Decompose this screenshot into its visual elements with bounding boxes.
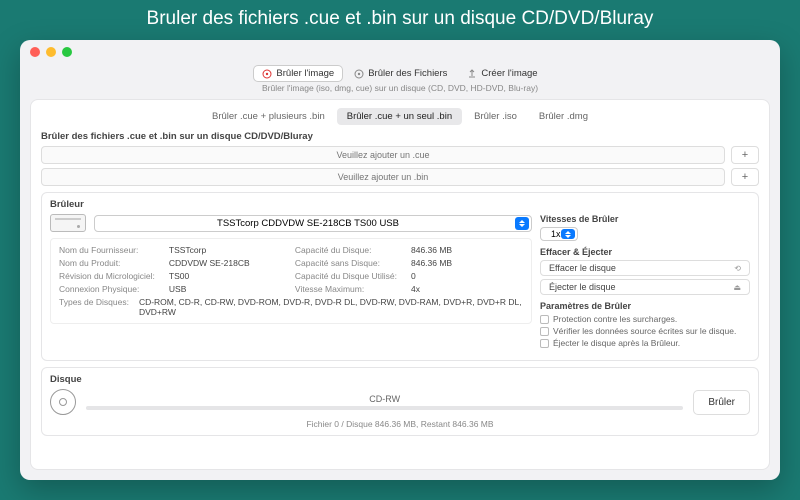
capacity-label: Capacité du Disque: — [295, 245, 397, 255]
tab-dmg[interactable]: Brûler .dmg — [529, 108, 598, 125]
cue-file-input[interactable] — [41, 146, 725, 164]
burner-heading: Brûleur — [50, 199, 750, 210]
toolbar-burn-image[interactable]: Brûler l'image — [254, 66, 342, 81]
eject-disc-label: Éjecter le disque — [549, 282, 616, 292]
free-label: Capacité sans Disque: — [295, 258, 397, 268]
tab-iso[interactable]: Brûler .iso — [464, 108, 527, 125]
maxspeed-value: 4x — [411, 284, 523, 294]
minimize-icon[interactable] — [46, 47, 56, 57]
status-text: Fichier 0 / Disque 846.36 MB, Restant 84… — [50, 419, 750, 429]
add-bin-button[interactable]: + — [731, 168, 759, 186]
burn-button[interactable]: Brûler — [693, 390, 750, 415]
toolbar-burn-files-label: Brûler des Fichiers — [368, 68, 447, 79]
free-value: 846.36 MB — [411, 258, 523, 268]
vendor-value: TSSTcorp — [169, 245, 281, 255]
disc-panel: Disque CD-RW Brûler Fichier 0 / Disque 8… — [41, 367, 759, 436]
burn-image-icon — [262, 69, 272, 79]
used-value: 0 — [411, 271, 523, 281]
eject-icon: ⏏ — [733, 283, 741, 292]
burn-speed-value: 1x — [551, 229, 561, 239]
app-window: Brûler l'image Brûler des Fichiers Créer… — [20, 40, 780, 480]
eject-after-label: Éjecter le disque après la Brûleur. — [553, 338, 680, 348]
verify-data-checkbox[interactable] — [540, 327, 549, 336]
burn-params-heading: Paramètres de Brûler — [540, 301, 750, 311]
eject-disc-button[interactable]: Éjecter le disque ⏏ — [540, 279, 750, 295]
bin-file-input[interactable] — [41, 168, 725, 186]
chevron-updown-icon — [515, 217, 529, 230]
disc-icon — [50, 389, 76, 415]
connection-value: USB — [169, 284, 281, 294]
main-toolbar: Brûler l'image Brûler des Fichiers Créer… — [20, 64, 780, 81]
product-value: CDDVDW SE-218CB — [169, 258, 281, 268]
toolbar-burn-image-label: Brûler l'image — [276, 68, 334, 79]
firmware-label: Révision du Micrologiciel: — [59, 271, 155, 281]
maxspeed-label: Vitesse Maximum: — [295, 284, 397, 294]
burn-speed-select[interactable]: 1x — [540, 227, 578, 241]
toolbar-create-image-label: Créer l'image — [481, 68, 537, 79]
progress-bar — [86, 406, 683, 410]
connection-label: Connexion Physique: — [59, 284, 155, 294]
erase-disc-button[interactable]: Effacer le disque ⟲ — [540, 260, 750, 276]
used-label: Capacité du Disque Utilisé: — [295, 271, 397, 281]
burner-device-select[interactable]: TSSTcorp CDDVDW SE-218CB TS00 USB — [94, 215, 532, 232]
create-image-icon — [467, 69, 477, 79]
burn-files-icon — [354, 69, 364, 79]
disc-types-label: Types de Disques: — [59, 297, 129, 317]
toolbar-subtitle: Brûler l'image (iso, dmg, cue) sur un di… — [20, 81, 780, 99]
page-banner: Bruler des fichiers .cue et .bin sur un … — [0, 0, 800, 40]
overload-protection-label: Protection contre les surcharges. — [553, 314, 677, 324]
chevron-updown-icon — [561, 229, 575, 239]
burner-info-grid: Nom du Fournisseur: TSSTcorp Capacité du… — [50, 238, 532, 324]
burn-speed-heading: Vitesses de Brûler — [540, 214, 750, 224]
drive-icon — [50, 214, 86, 232]
content-area: Brûler .cue + plusieurs .bin Brûler .cue… — [30, 99, 770, 470]
maximize-icon[interactable] — [62, 47, 72, 57]
disc-heading: Disque — [50, 374, 750, 385]
titlebar — [20, 40, 780, 64]
toolbar-burn-files[interactable]: Brûler des Fichiers — [346, 66, 455, 81]
vendor-label: Nom du Fournisseur: — [59, 245, 155, 255]
disc-types-value: CD-ROM, CD-R, CD-RW, DVD-ROM, DVD-R, DVD… — [139, 297, 523, 317]
verify-data-label: Vérifier les données source écrites sur … — [553, 326, 736, 336]
erase-disc-label: Effacer le disque — [549, 263, 616, 273]
burner-options: Vitesses de Brûler 1x Effacer & Éjecter … — [540, 214, 750, 354]
erase-eject-heading: Effacer & Éjecter — [540, 247, 750, 257]
tab-cue-single-bin[interactable]: Brûler .cue + un seul .bin — [337, 108, 462, 125]
disc-type-label: CD-RW — [86, 394, 683, 404]
toolbar-create-image[interactable]: Créer l'image — [459, 66, 545, 81]
add-cue-button[interactable]: + — [731, 146, 759, 164]
overload-protection-checkbox[interactable] — [540, 315, 549, 324]
capacity-value: 846.36 MB — [411, 245, 523, 255]
tab-cue-multi-bin[interactable]: Brûler .cue + plusieurs .bin — [202, 108, 335, 125]
refresh-icon: ⟲ — [734, 264, 741, 273]
eject-after-checkbox[interactable] — [540, 339, 549, 348]
close-icon[interactable] — [30, 47, 40, 57]
product-label: Nom du Produit: — [59, 258, 155, 268]
burner-device-value: TSSTcorp CDDVDW SE-218CB TS00 USB — [217, 218, 399, 229]
section-title: Brûler des fichiers .cue et .bin sur un … — [41, 131, 759, 142]
firmware-value: TS00 — [169, 271, 281, 281]
burner-panel: Brûleur TSSTcorp CDDVDW SE-218CB TS00 US… — [41, 192, 759, 361]
sub-tabs: Brûler .cue + plusieurs .bin Brûler .cue… — [41, 108, 759, 125]
